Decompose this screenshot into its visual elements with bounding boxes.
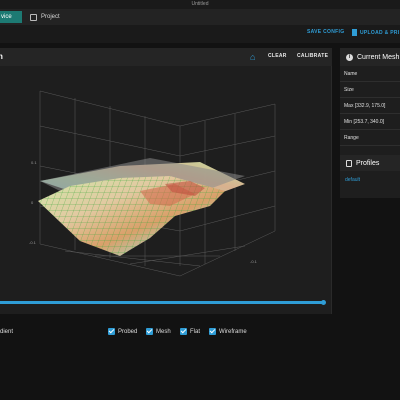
home-icon[interactable]: ⌂	[250, 52, 255, 62]
tab-bar: vice Project	[0, 9, 400, 25]
checkbox-flat-label: Flat	[190, 328, 201, 335]
bed-mesh-panel: n ⌂ CLEAR CALIBRATE 0 0.1 -0.1 -0.1 dien…	[0, 48, 332, 335]
top-toolbar: SAVE CONFIG UPLOAD & PRI	[0, 25, 400, 43]
current-mesh-title: Current Mesh	[357, 53, 400, 61]
checkbox-flat[interactable]: Flat	[180, 328, 200, 335]
mesh-row-range: Range	[340, 130, 400, 146]
clear-button[interactable]: CLEAR	[268, 53, 287, 59]
profiles-icon	[346, 159, 352, 167]
checkbox-icon	[108, 328, 115, 335]
checkbox-probed[interactable]: Probed	[108, 328, 137, 335]
profile-item-default[interactable]: default	[345, 177, 360, 183]
upload-label: UPLOAD & PRI	[360, 29, 400, 36]
mesh-row-size: Size	[340, 82, 400, 98]
checkbox-wireframe-label: Wireframe	[219, 328, 247, 335]
z-tick-pos: 0.1	[31, 160, 37, 165]
layer-slider-thumb[interactable]	[321, 300, 326, 305]
save-config-button[interactable]: SAVE CONFIG	[307, 29, 344, 35]
profiles-header: Profiles	[340, 155, 400, 171]
layer-slider-track[interactable]	[0, 301, 325, 304]
z-tick-neg: -0.1	[29, 240, 37, 245]
calibrate-button[interactable]: CALIBRATE	[297, 53, 328, 59]
window-title: Untitled	[191, 1, 209, 7]
project-icon	[30, 13, 37, 21]
window-titlebar: Untitled	[0, 0, 400, 9]
upload-button[interactable]: UPLOAD & PRI	[352, 29, 399, 36]
checkbox-icon	[209, 328, 216, 335]
profiles-title: Profiles	[356, 159, 380, 167]
y-tick-a: -0.1	[250, 259, 258, 264]
file-icon	[352, 29, 357, 36]
mesh-row-min: Min [253.7, 340.0]	[340, 114, 400, 130]
tab-device[interactable]: vice	[0, 11, 22, 23]
mesh-3d-plot[interactable]: 0 0.1 -0.1 -0.1 100 300 200	[0, 66, 332, 278]
legend-row: dient Probed Mesh Flat Wireframe	[0, 324, 332, 336]
current-mesh-header: i Current Mesh	[340, 48, 400, 66]
tab-project[interactable]: Project	[30, 11, 60, 23]
panel-title: n	[0, 52, 3, 61]
checkbox-probed-label: Probed	[118, 328, 138, 335]
z-tick-0: 0	[31, 200, 34, 205]
gradient-label: dient	[0, 329, 14, 335]
mesh-row-max: Max [332.9, 175.0]	[340, 98, 400, 114]
info-icon: i	[346, 53, 353, 61]
checkbox-mesh-label: Mesh	[156, 328, 171, 335]
checkbox-icon	[146, 328, 153, 335]
profiles-panel: Profiles default	[340, 155, 400, 193]
mesh-row-name: Name	[340, 66, 400, 82]
checkbox-icon	[180, 328, 187, 335]
checkbox-wireframe[interactable]: Wireframe	[209, 328, 247, 335]
tab-project-label: Project	[41, 14, 60, 20]
bed-mesh-header: n ⌂ CLEAR CALIBRATE	[0, 48, 332, 66]
checkbox-mesh[interactable]: Mesh	[146, 328, 171, 335]
